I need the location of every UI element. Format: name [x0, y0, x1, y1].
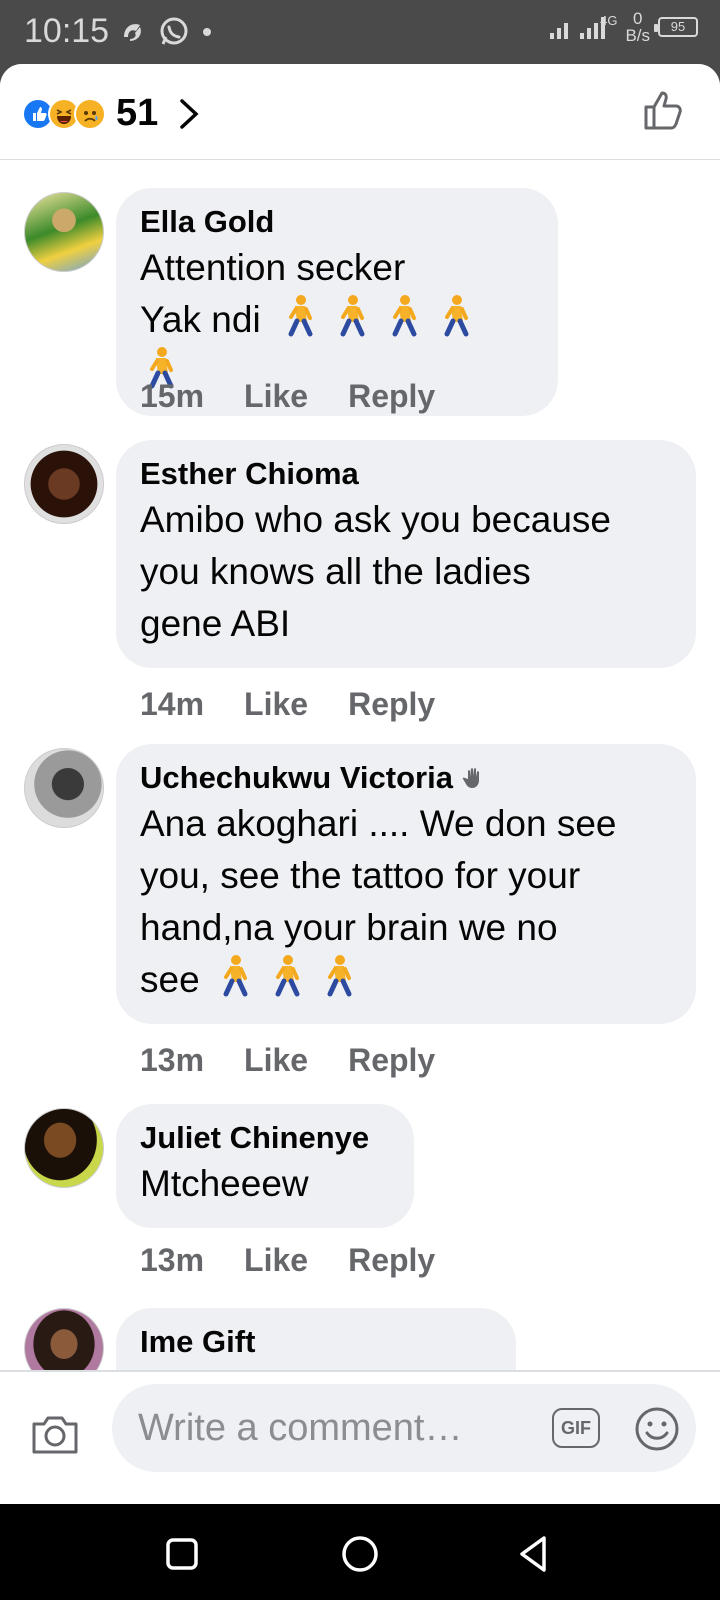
back-icon[interactable] — [512, 1532, 556, 1576]
status-right: 4G 0 B/s 95 — [550, 10, 698, 44]
like-action[interactable]: Like — [244, 1042, 308, 1079]
comment-time: 13m — [140, 1242, 205, 1278]
home-icon[interactable] — [338, 1532, 382, 1576]
system-nav-bar — [0, 1504, 720, 1600]
top-fan-badge-icon — [462, 768, 479, 788]
comments-sheet: 51 Ella Gold Attention secker Yak ndi 15… — [0, 64, 720, 1504]
comment-list: Ella Gold Attention secker Yak ndi 15m L… — [0, 160, 720, 1370]
walk-emoji-group — [214, 955, 370, 1000]
comment-author[interactable]: Juliet Chinenye — [140, 1118, 390, 1158]
comment-text-line: hand,na your brain we no — [140, 907, 558, 948]
camera-icon[interactable] — [30, 1412, 80, 1456]
comment-text-line: you, see the tattoo for your — [140, 855, 581, 896]
comment-text-line: you knows all the ladies — [140, 551, 531, 592]
reply-action[interactable]: Reply — [348, 378, 435, 415]
reaction-count: 51 — [116, 92, 159, 134]
comment-text-line-with-emoji: see — [140, 954, 672, 1006]
person-walking-emoji-icon — [444, 295, 469, 337]
person-walking-emoji-icon — [223, 955, 248, 997]
comment-text-line: Ana akoghari .... We don see — [140, 803, 617, 844]
sheet-header: 51 — [0, 64, 720, 160]
whatsapp-icon — [160, 17, 188, 45]
comment-text-line: Amibo who ask you because — [140, 499, 611, 540]
comment-author[interactable]: Esther Chioma — [140, 454, 672, 494]
person-walking-emoji-icon — [392, 295, 417, 337]
comment-bubble: Esther Chioma Amibo who ask you because … — [116, 440, 696, 668]
dot-icon — [203, 28, 211, 36]
comment-bubble: Ime Gift — [116, 1308, 516, 1370]
comment-author[interactable]: Uchechukwu Victoria — [140, 758, 672, 798]
comment-text-line: Yak ndi — [140, 299, 261, 340]
emoji-icon[interactable] — [634, 1406, 680, 1452]
battery-icon: 95 — [654, 17, 698, 37]
comment-time: 14m — [140, 686, 205, 722]
comment-text-line: see — [140, 959, 200, 1000]
comment-text-line: Mtcheeew — [140, 1163, 309, 1204]
sad-icon — [74, 97, 106, 130]
reactions-summary[interactable]: 51 — [22, 92, 200, 135]
gif-button[interactable]: GIF — [552, 1408, 600, 1448]
avatar[interactable] — [24, 748, 104, 828]
comment-text-line: Attention secker — [140, 247, 406, 288]
person-walking-emoji-icon — [340, 295, 365, 337]
comment-time: 13m — [140, 1042, 205, 1078]
comment-meta: 13m Like Reply — [140, 1242, 435, 1279]
comment-meta: 15m Like Reply — [140, 378, 435, 415]
comment-author-name: Uchechukwu Victoria — [140, 760, 453, 795]
like-action[interactable]: Like — [244, 1242, 308, 1279]
comment-time: 15m — [140, 378, 205, 414]
comment-bubble: Juliet Chinenye Mtcheeew — [116, 1104, 414, 1228]
network-type: 4G — [600, 12, 618, 28]
status-bar: 10:15 4G 0 B/s 95 — [0, 0, 720, 64]
comment-bubble: Uchechukwu Victoria Ana akoghari .... We… — [116, 744, 696, 1024]
avatar[interactable] — [24, 1308, 104, 1370]
like-action[interactable]: Like — [244, 378, 308, 415]
notification-icons — [118, 16, 214, 48]
like-action[interactable]: Like — [244, 686, 308, 723]
app-notification-icon — [124, 24, 141, 41]
status-time: 10:15 — [24, 12, 110, 50]
comment-text-line: gene ABI — [140, 603, 291, 644]
reply-action[interactable]: Reply — [348, 1242, 435, 1279]
net-speed-unit: B/s — [625, 26, 650, 45]
net-speed-value: 0 — [632, 9, 643, 28]
like-button-icon[interactable] — [642, 88, 686, 132]
comment-meta: 14m Like Reply — [140, 686, 435, 723]
avatar[interactable] — [24, 1108, 104, 1188]
comment-input[interactable] — [112, 1384, 696, 1472]
net-speed: 0 B/s — [625, 10, 650, 44]
comment-author[interactable]: Ella Gold — [140, 202, 534, 242]
reply-action[interactable]: Reply — [348, 1042, 435, 1079]
comment-author[interactable]: Ime Gift — [140, 1322, 492, 1362]
comment-meta: 13m Like Reply — [140, 1042, 435, 1079]
avatar[interactable] — [24, 192, 104, 272]
chevron-right-icon — [180, 98, 199, 129]
person-walking-emoji-icon — [288, 295, 313, 337]
person-walking-emoji-icon — [327, 955, 352, 997]
comment-composer: GIF — [0, 1370, 720, 1504]
reply-action[interactable]: Reply — [348, 686, 435, 723]
person-walking-emoji-icon — [275, 955, 300, 997]
recents-icon[interactable] — [160, 1532, 204, 1576]
avatar[interactable] — [24, 444, 104, 524]
